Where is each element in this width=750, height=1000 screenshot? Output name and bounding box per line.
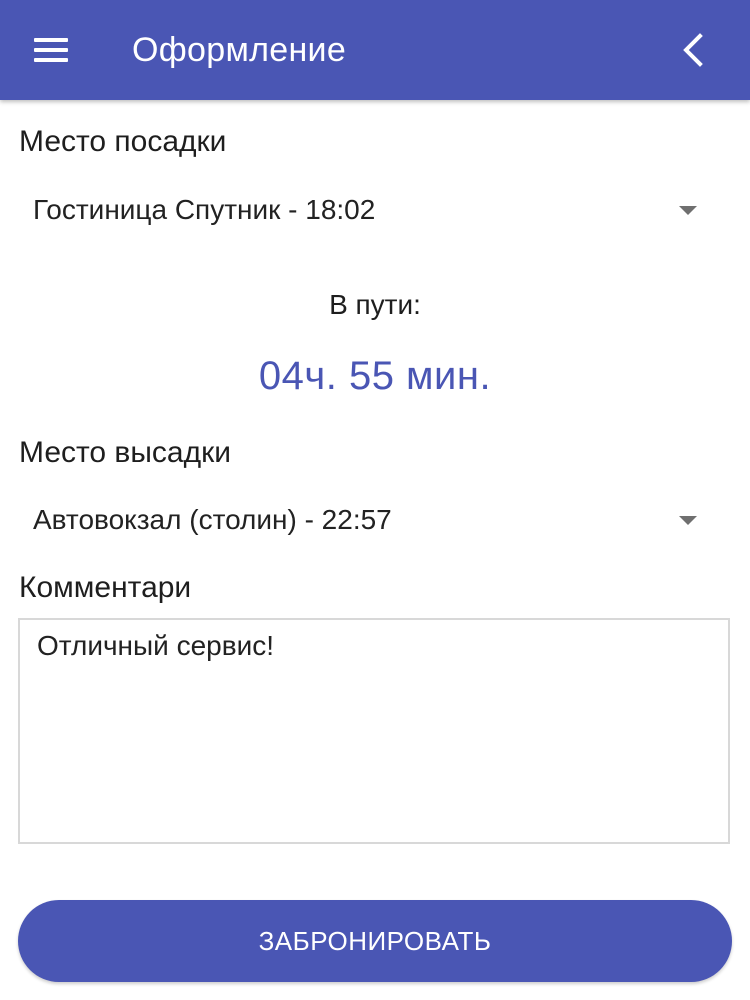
chevron-left-icon[interactable] [674, 30, 710, 70]
dropdown-arrow-icon [679, 516, 697, 525]
page-title: Оформление [132, 31, 347, 69]
travel-time-label: В пути: [329, 289, 421, 320]
boarding-select[interactable]: Гостиница Спутник - 18:02 [0, 180, 750, 240]
boarding-label: Место посадки [19, 125, 227, 158]
boarding-select-value: Гостиница Спутник - 18:02 [33, 194, 376, 225]
dropoff-select-value: Автовокзал (столин) - 22:57 [33, 504, 392, 535]
dropoff-select[interactable]: Автовокзал (столин) - 22:57 [0, 490, 750, 550]
comment-textarea[interactable]: Отличный сервис! [18, 618, 730, 844]
comment-label: Комментари [19, 571, 192, 604]
travel-time-value: 04ч. 55 мин. [258, 354, 492, 398]
app-bar: Оформление [0, 0, 750, 100]
hamburger-menu-icon[interactable] [34, 38, 68, 62]
book-button[interactable]: ЗАБРОНИРОВАТЬ [18, 900, 732, 982]
dropoff-label: Место высадки [19, 436, 232, 469]
dropdown-arrow-icon [679, 206, 697, 215]
